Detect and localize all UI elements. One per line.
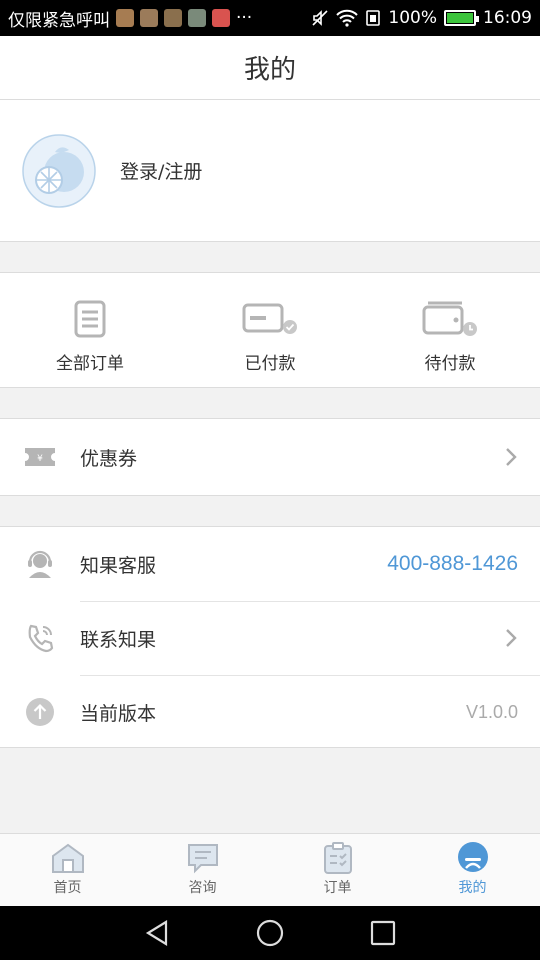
coupon-row[interactable]: ¥ 优惠券 — [0, 418, 540, 496]
upgrade-icon — [26, 698, 54, 726]
usb-icon — [164, 9, 182, 27]
more-notifications: ··· — [236, 8, 253, 28]
paid-button[interactable]: 已付款 — [180, 273, 360, 387]
pending-payment-icon — [422, 301, 477, 336]
carrier-text: 仅限紧急呼叫 — [8, 10, 110, 31]
customer-service-icon — [28, 550, 52, 578]
all-orders-button[interactable]: 全部订单 — [0, 273, 180, 387]
status-bar: 仅限紧急呼叫 ··· 100% 16:09 — [0, 0, 540, 36]
page-header: 我的 — [0, 36, 540, 100]
tab-orders-label: 订单 — [323, 880, 352, 896]
chat-icon — [187, 844, 218, 874]
phone-icon — [28, 624, 54, 653]
login-register-label: 登录/注册 — [120, 161, 203, 183]
tab-consult[interactable]: 咨询 — [135, 834, 270, 906]
clock: 16:09 — [483, 8, 532, 28]
recents-icon[interactable] — [368, 918, 398, 948]
pending-payment-button[interactable]: 待付款 — [360, 273, 540, 387]
contact-row[interactable]: 联系知果 — [0, 601, 540, 675]
contact-icon-wrap — [0, 623, 80, 653]
paid-icon — [242, 303, 297, 334]
tab-orders[interactable]: 订单 — [270, 834, 405, 906]
tab-mine-label: 我的 — [458, 880, 487, 896]
home-circle-icon[interactable] — [255, 918, 285, 948]
home-icon — [51, 843, 84, 873]
contact-label: 联系知果 — [80, 628, 157, 651]
customer-service-phone[interactable]: 400-888-1426 — [387, 552, 518, 576]
video-icon — [212, 9, 230, 27]
coupon-label: 优惠券 — [80, 447, 138, 470]
pending-payment-label: 待付款 — [424, 354, 476, 374]
system-navigation-bar — [0, 906, 540, 960]
tab-home[interactable]: 首页 — [0, 834, 135, 906]
login-register-row[interactable]: 登录/注册 — [0, 100, 540, 242]
svg-text:¥: ¥ — [37, 454, 43, 464]
customer-service-icon-wrap — [0, 549, 80, 579]
version-value: V1.0.0 — [465, 701, 518, 722]
customer-service-label: 知果客服 — [80, 554, 157, 577]
battery-icon — [444, 10, 479, 26]
user-icon — [457, 842, 488, 872]
version-icon-wrap — [0, 697, 80, 727]
clipboard-icon — [323, 842, 352, 874]
page-title: 我的 — [243, 55, 296, 85]
image-icon — [188, 9, 206, 27]
version-row: 当前版本 V1.0.0 — [0, 675, 540, 749]
fruit-avatar-icon — [22, 133, 96, 208]
app-notification-icon — [116, 9, 134, 27]
all-orders-icon — [74, 300, 106, 338]
order-shortcuts: 全部订单 已付款 待付款 — [0, 272, 540, 388]
tab-consult-label: 咨询 — [188, 880, 217, 896]
app-notification-icon — [140, 9, 158, 27]
bottom-tab-bar: 首页 咨询 订单 我的 — [0, 833, 540, 906]
version-label: 当前版本 — [80, 702, 157, 725]
chevron-right-icon — [506, 448, 517, 466]
info-list: 知果客服 400-888-1426 联系知果 当前版本 V1.0.0 — [0, 526, 540, 748]
tab-home-label: 首页 — [53, 880, 82, 896]
paid-label: 已付款 — [244, 354, 296, 374]
coupon-icon: ¥ — [25, 448, 55, 466]
sim-icon — [366, 10, 381, 26]
coupon-icon-wrap: ¥ — [0, 446, 80, 468]
back-icon[interactable] — [142, 918, 172, 948]
wifi-icon — [336, 9, 359, 27]
customer-service-row[interactable]: 知果客服 400-888-1426 — [0, 527, 540, 601]
mute-icon — [312, 10, 328, 26]
all-orders-label: 全部订单 — [56, 354, 124, 374]
tab-mine[interactable]: 我的 — [405, 834, 540, 906]
battery-percent: 100% — [388, 8, 437, 28]
chevron-right-icon — [506, 629, 517, 647]
